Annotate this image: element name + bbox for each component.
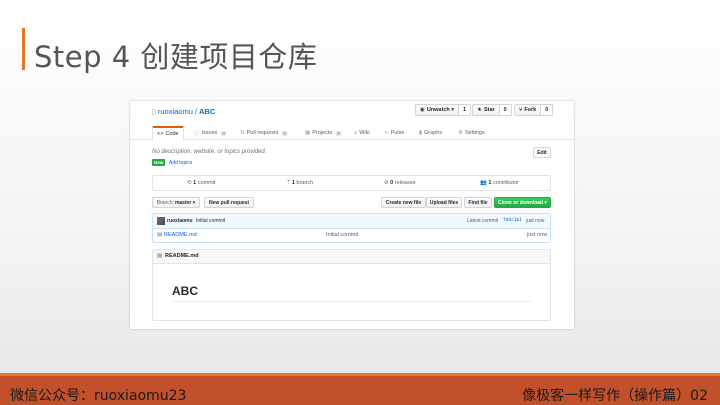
fork-icon: ⑂: [519, 107, 523, 113]
avatar: [157, 217, 165, 225]
branch-name: master ▾: [174, 199, 196, 206]
graph-icon: ▮: [419, 130, 423, 136]
commit-time: just now: [526, 218, 545, 224]
find-file-button[interactable]: Find file: [464, 197, 492, 208]
readme-heading: ABC: [172, 284, 198, 298]
footer-bar: 微信公众号：ruoxiaomu23 像极客一样写作（操作篇）02: [0, 373, 720, 405]
tab-code[interactable]: <> Code: [152, 126, 184, 141]
branch-prefix: Branch:: [156, 199, 174, 206]
unwatch-button[interactable]: ◉ Unwatch ▾ 1: [415, 104, 472, 116]
code-icon: <>: [157, 131, 164, 137]
branches-link[interactable]: ᛘ 1 branch: [287, 180, 313, 186]
tab-projects-label: Projects: [312, 130, 333, 136]
upload-files-button[interactable]: Upload files: [426, 197, 462, 208]
tab-pull-requests-label: Pull requests: [246, 130, 279, 136]
file-commit-message[interactable]: Initial commit: [326, 232, 358, 238]
github-screenshot: ▯ ruoxiaomu / ABC ◉ Unwatch ▾ 1 ★ Star 0 ⑂ Fork 0…: [130, 101, 574, 329]
commit-message-link[interactable]: Initial commit: [196, 218, 225, 224]
slide-title: Step 4 创建项目仓库: [34, 40, 318, 74]
tab-issues[interactable]: ⓘ Issues 0: [190, 126, 231, 140]
readme-divider: [172, 301, 532, 302]
star-icon: ★: [477, 107, 482, 113]
repo-tabs: <> Code ⓘ Issues 0 ⇅ Pull requests 0 ▦ Project…: [130, 126, 574, 141]
tab-wiki-label: Wiki: [359, 130, 370, 136]
footer-series-title: 像极客一样写作（操作篇）02: [522, 388, 708, 404]
new-badge: New: [152, 159, 166, 166]
star-label: Star: [483, 107, 495, 113]
title-accent-bar: [22, 28, 25, 70]
fork-count: 0: [540, 105, 553, 115]
readme-header: ▤ README.md: [153, 250, 550, 264]
branch-select[interactable]: Branch: master ▾: [152, 197, 200, 208]
star-count: 0: [498, 105, 511, 115]
wiki-icon: ≡: [354, 130, 358, 136]
file-row[interactable]: ▤ README.md Initial commit just now: [153, 229, 550, 243]
tab-wiki[interactable]: ≡ Wiki: [350, 126, 374, 140]
repo-name-link[interactable]: ABC: [199, 107, 215, 116]
readme-panel: ▤ README.md ABC: [152, 249, 551, 321]
commits-label: commit: [197, 180, 216, 186]
file-icon: ▤: [157, 232, 163, 238]
commit-author-link[interactable]: ruoxiaomu: [167, 218, 193, 224]
tab-projects[interactable]: ▦ Projects 0: [301, 126, 346, 140]
project-icon: ▦: [305, 130, 311, 136]
branches-count: 1: [291, 180, 295, 186]
file-name-link[interactable]: README.md: [164, 232, 197, 238]
tab-settings-label: Settings: [464, 130, 485, 136]
fork-button[interactable]: ⑂ Fork 0: [514, 104, 554, 116]
releases-count: 0: [390, 180, 394, 186]
pull-request-icon: ⇅: [240, 130, 245, 136]
contributors-count: 1: [488, 180, 492, 186]
contributors-link[interactable]: 👥 1 contributor: [480, 180, 519, 186]
star-button[interactable]: ★ Star 0: [472, 104, 512, 116]
file-listing: ruoxiaomu Initial commit Latest commit f…: [152, 213, 551, 243]
tab-projects-count: 0: [335, 130, 342, 136]
repo-summary: ⟲ 1 commit ᛘ 1 branch ⊘ 0 releases 👥 1 c…: [152, 175, 551, 191]
readme-header-label: README.md: [165, 253, 199, 259]
tab-issues-count: 0: [220, 130, 227, 136]
releases-link[interactable]: ⊘ 0 releases: [384, 180, 416, 186]
new-pull-request-button[interactable]: New pull request: [204, 197, 254, 208]
edit-button[interactable]: Edit: [533, 147, 551, 158]
repo-title: ▯ ruoxiaomu / ABC: [152, 107, 215, 116]
add-topics-link[interactable]: Add topics: [169, 160, 192, 166]
repo-book-icon: ▯: [152, 109, 156, 116]
footer-wechat-account: 微信公众号：ruoxiaomu23: [10, 388, 187, 404]
create-new-file-button[interactable]: Create new file: [381, 197, 426, 208]
tab-pull-requests-count: 0: [281, 130, 288, 136]
tab-issues-label: Issues: [201, 130, 218, 136]
gear-icon: ⚙: [458, 130, 463, 136]
commits-link[interactable]: ⟲ 1 commit: [187, 180, 215, 186]
repo-description: No description, website, or topics provi…: [152, 149, 267, 155]
unwatch-count: 1: [458, 105, 471, 115]
tab-graphs-label: Graphs: [424, 130, 443, 136]
tab-pulse[interactable]: ∿ Pulse: [380, 126, 408, 140]
branches-label: branch: [296, 180, 314, 186]
commits-count: 1: [193, 180, 197, 186]
tab-settings[interactable]: ⚙ Settings: [454, 126, 489, 140]
pulse-icon: ∿: [384, 130, 389, 136]
readme-book-icon: ▤: [157, 253, 163, 259]
file-time: just now: [527, 232, 548, 238]
latest-commit-label: Latest commit: [467, 218, 499, 224]
tab-pull-requests[interactable]: ⇅ Pull requests 0: [236, 126, 292, 140]
eye-icon: ◉: [420, 107, 425, 113]
issue-icon: ⓘ: [194, 131, 200, 137]
commit-sha-link[interactable]: fd4c1b1: [503, 218, 522, 223]
contributors-label: contributor: [492, 180, 519, 186]
fork-label: Fork: [524, 107, 537, 113]
clone-download-button[interactable]: Clone or download ▾: [494, 197, 551, 208]
releases-label: releases: [394, 180, 416, 186]
repo-owner-link[interactable]: ruoxiaomu: [158, 107, 193, 116]
repo-separator: /: [194, 107, 197, 116]
tab-graphs[interactable]: ▮ Graphs: [415, 126, 446, 140]
latest-commit-bar: ruoxiaomu Initial commit Latest commit f…: [153, 214, 550, 229]
tab-pulse-label: Pulse: [390, 130, 405, 136]
unwatch-label: Unwatch ▾: [426, 107, 455, 113]
tab-code-label: Code: [165, 131, 179, 137]
